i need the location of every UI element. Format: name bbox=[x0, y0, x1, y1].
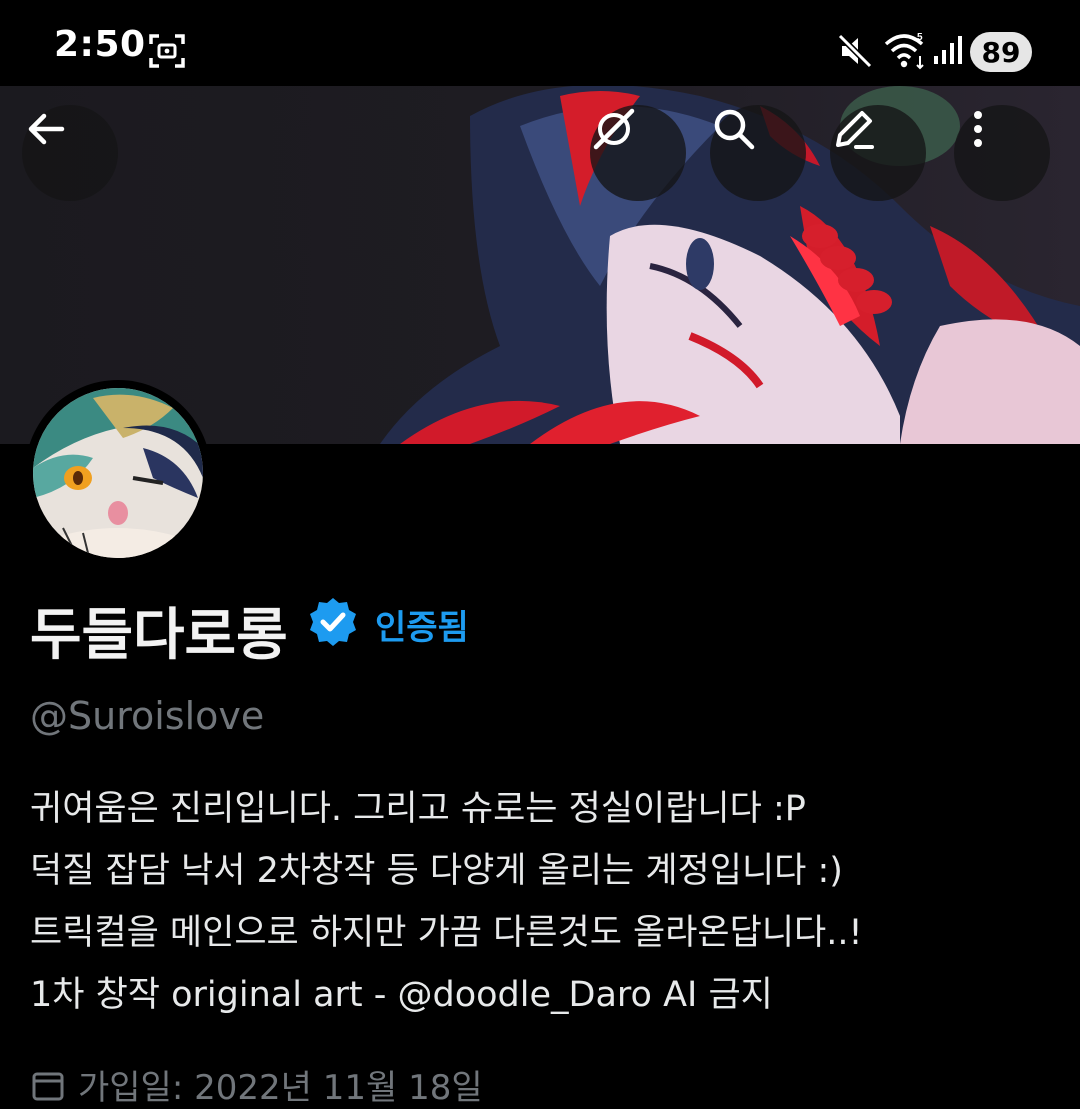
verified-badge-icon[interactable] bbox=[306, 596, 360, 650]
battery-indicator: 89 bbox=[970, 32, 1032, 72]
joined-date-row: 가입일: 2022년 11월 18일 bbox=[30, 1060, 483, 1109]
signal-icon bbox=[934, 36, 962, 64]
bio-line: 트릭컬을 메인으로 하지만 가끔 다른것도 올라온답니다..! bbox=[30, 913, 863, 953]
screen-record-icon bbox=[149, 34, 185, 68]
edit-button[interactable] bbox=[830, 105, 926, 201]
search-button[interactable] bbox=[710, 105, 806, 201]
bio-line: 귀여움은 진리입니다. 그리고 슈로는 정실이랍니다 :P bbox=[30, 789, 806, 829]
svg-text:5: 5 bbox=[917, 32, 923, 43]
profile-bio: 귀여움은 진리입니다. 그리고 슈로는 정실이랍니다 :P 덕질 잡담 낙서 2… bbox=[30, 778, 1070, 1026]
joined-date-text: 가입일: 2022년 11월 18일 bbox=[78, 1068, 483, 1108]
more-vertical-icon bbox=[974, 111, 982, 147]
status-time: 2:50 bbox=[54, 24, 146, 65]
search-icon bbox=[714, 109, 755, 150]
username-handle: @Suroislove bbox=[30, 694, 265, 738]
avatar[interactable] bbox=[25, 380, 211, 566]
bio-line: 덕질 잡담 낙서 2차창작 등 다양게 올리는 계정입니다 :) bbox=[30, 851, 843, 891]
back-button[interactable] bbox=[22, 105, 118, 201]
more-options-button[interactable] bbox=[954, 105, 1050, 201]
verified-label[interactable]: 인증됨 bbox=[375, 600, 469, 649]
mute-icon bbox=[837, 33, 873, 69]
grok-button[interactable] bbox=[590, 105, 686, 201]
back-arrow-icon bbox=[28, 113, 65, 145]
calendar-icon bbox=[32, 1072, 64, 1100]
edit-icon bbox=[836, 111, 874, 149]
bio-line-with-mention[interactable]: 1차 창작 original art - @doodle_Daro AI 금지 bbox=[30, 964, 1070, 1026]
grok-icon bbox=[593, 108, 635, 150]
status-bar: 2:50 5 89 bbox=[0, 0, 1080, 86]
display-name: 두들다로롱 bbox=[30, 603, 288, 668]
avatar-image bbox=[33, 388, 203, 558]
wifi-icon: 5 bbox=[884, 32, 924, 70]
